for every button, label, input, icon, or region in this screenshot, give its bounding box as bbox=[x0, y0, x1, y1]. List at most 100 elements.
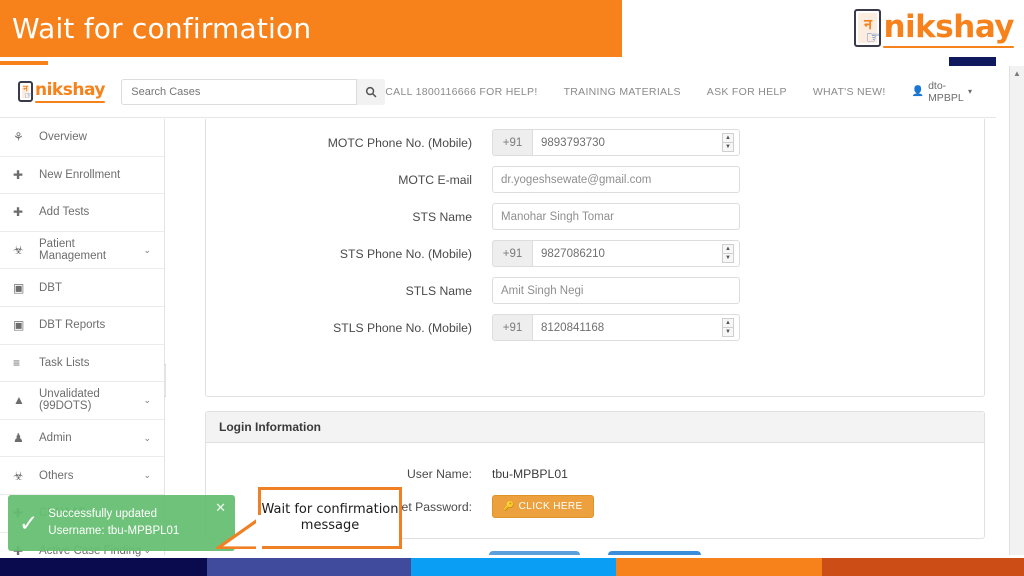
sidebar-item-label: DBT bbox=[39, 281, 62, 294]
user-icon: ♟ bbox=[13, 431, 24, 446]
slide-banner-title: Wait for confirmation bbox=[12, 12, 312, 45]
form-row-motc-phone: MOTC Phone No. (Mobile) +91 9893793730 ▲… bbox=[206, 124, 984, 161]
form-row-sts-phone: STS Phone No. (Mobile) +91 9827086210 ▲ … bbox=[206, 235, 984, 272]
username-value: tbu-MPBPL01 bbox=[492, 466, 568, 481]
nav-link-call-help[interactable]: CALL 1800116666 FOR HELP! bbox=[385, 86, 537, 98]
username-label: User Name: bbox=[406, 466, 472, 481]
spinner-up-icon[interactable]: ▲ bbox=[723, 134, 733, 143]
nav-link-training-materials[interactable]: TRAINING MATERIALS bbox=[564, 86, 681, 98]
spinner-down-icon[interactable]: ▼ bbox=[723, 328, 733, 336]
list-icon: ≡ bbox=[13, 355, 21, 370]
number-spinner[interactable]: ▲ ▼ bbox=[722, 318, 734, 337]
annotation-callout-text: Wait for confirmation message bbox=[261, 501, 399, 534]
sidebar-item-label: Admin bbox=[39, 432, 72, 445]
field-label: MOTC E-mail bbox=[398, 172, 472, 187]
form-row-stls-phone: STLS Phone No. (Mobile) +91 8120841168 ▲… bbox=[206, 309, 984, 346]
navbar-links: CALL 1800116666 FOR HELP! TRAINING MATER… bbox=[385, 80, 996, 104]
sidebar-item-overview[interactable]: ⚘ Overview bbox=[0, 119, 164, 157]
field-label: STLS Name bbox=[405, 283, 472, 298]
chevron-down-icon: ⌄ bbox=[143, 470, 151, 481]
number-spinner[interactable]: ▲ ▼ bbox=[722, 133, 734, 152]
stls-phone-input[interactable]: 8120841168 ▲ ▼ bbox=[532, 314, 740, 341]
search-icon[interactable] bbox=[357, 78, 386, 105]
callout-tail-icon bbox=[216, 515, 262, 549]
sidebar-item-label: New Enrollment bbox=[39, 168, 121, 181]
sidebar-item-patient-management[interactable]: ☣ Patient Management ⌄ bbox=[0, 232, 164, 270]
stls-phone-input-group[interactable]: +91 8120841168 ▲ ▼ bbox=[492, 314, 740, 341]
warning-icon: ▲ bbox=[13, 393, 25, 408]
colorbar-segment-4 bbox=[616, 558, 822, 576]
sidebar-item-new-enrollment[interactable]: ✚ New Enrollment bbox=[0, 157, 164, 195]
motc-email-input[interactable]: dr.yogeshsewate@gmail.com bbox=[492, 166, 740, 193]
user-menu-label: dto-MPBPL bbox=[928, 79, 964, 104]
navbar-nikshay-logo[interactable]: न ☞ nikshay bbox=[18, 80, 107, 103]
login-card-title: Login Information bbox=[206, 412, 984, 443]
sidebar-item-unvalidated-99dots[interactable]: ▲ Unvalidated (99DOTS) ⌄ bbox=[0, 382, 164, 420]
colorbar-segment-5 bbox=[822, 558, 1024, 576]
slide-nikshay-logo: न ☞ nikshay bbox=[854, 4, 1014, 52]
annotation-callout: Wait for confirmation message bbox=[216, 487, 402, 549]
submit-button[interactable]: ✚ SUBMIT bbox=[488, 551, 580, 555]
number-spinner[interactable]: ▲ ▼ bbox=[722, 244, 734, 263]
top-right-navy-bar bbox=[949, 57, 996, 66]
sts-name-input[interactable]: Manohar Singh Tomar bbox=[492, 203, 740, 230]
close-icon[interactable]: ✕ bbox=[215, 501, 226, 514]
chevron-down-icon: ⌄ bbox=[143, 244, 151, 255]
sidebar-item-dbt[interactable]: ▣ DBT bbox=[0, 269, 164, 307]
nav-link-whats-new[interactable]: WHAT'S NEW! bbox=[813, 86, 886, 98]
money-icon: ▣ bbox=[13, 280, 25, 295]
sidebar-item-dbt-reports[interactable]: ▣ DBT Reports bbox=[0, 307, 164, 345]
user-icon: 👤 bbox=[911, 86, 925, 97]
sidebar-item-add-tests[interactable]: ✚ Add Tests bbox=[0, 194, 164, 232]
stls-name-input[interactable]: Amit Singh Negi bbox=[492, 277, 740, 304]
slide-banner: Wait for confirmation bbox=[0, 0, 622, 57]
dashboard-icon: ⚘ bbox=[13, 130, 24, 145]
motc-phone-input-group[interactable]: +91 9893793730 ▲ ▼ bbox=[492, 129, 740, 156]
country-code-prefix: +91 bbox=[492, 129, 532, 156]
motc-phone-input[interactable]: 9893793730 ▲ ▼ bbox=[532, 129, 740, 156]
sidebar-item-admin[interactable]: ♟ Admin ⌄ bbox=[0, 420, 164, 458]
field-label: MOTC Phone No. (Mobile) bbox=[327, 135, 472, 150]
field-label: STS Phone No. (Mobile) bbox=[339, 246, 472, 261]
phone-icon: न ☞ bbox=[854, 9, 882, 47]
sidebar-item-label: Add Tests bbox=[39, 206, 90, 219]
logo-wordmark: nikshay bbox=[35, 80, 106, 100]
cancel-button[interactable]: ✕ CANCEL bbox=[607, 551, 702, 555]
money-icon: ▣ bbox=[13, 318, 25, 333]
colorbar-segment-2 bbox=[207, 558, 411, 576]
scroll-up-arrow-icon[interactable]: ▲ bbox=[1010, 66, 1024, 80]
success-toast: ✓ Successfully updated Username: tbu-MPB… bbox=[8, 495, 235, 551]
briefcase-medical-icon: ☣ bbox=[13, 468, 24, 483]
sidebar-item-task-lists[interactable]: ≡ Task Lists bbox=[0, 345, 164, 383]
reset-password-button-label: CLICK HERE bbox=[518, 501, 583, 512]
form-row-motc-email: MOTC E-mail dr.yogeshsewate@gmail.com bbox=[206, 161, 984, 198]
reset-password-button[interactable]: 🔑 CLICK HERE bbox=[492, 495, 594, 518]
chevron-down-icon: ▾ bbox=[967, 87, 972, 96]
spinner-up-icon[interactable]: ▲ bbox=[723, 319, 733, 328]
row-username: User Name: tbu-MPBPL01 bbox=[206, 457, 984, 490]
field-label: STS Name bbox=[412, 209, 472, 224]
personnel-card: MOTC Phone No. (Mobile) +91 9893793730 ▲… bbox=[205, 119, 985, 397]
form-row-sts-name: STS Name Manohar Singh Tomar bbox=[206, 198, 984, 235]
form-actions: ✚ SUBMIT ✕ CANCEL bbox=[205, 551, 985, 555]
spinner-down-icon[interactable]: ▼ bbox=[723, 143, 733, 151]
user-menu[interactable]: 👤 dto-MPBPL ▾ bbox=[912, 80, 972, 104]
sidebar-item-others[interactable]: ☣ Others ⌄ bbox=[0, 457, 164, 495]
plus-icon: ✚ bbox=[13, 205, 24, 220]
check-icon: ✓ bbox=[19, 509, 39, 536]
application-window: न ☞ nikshay CALL 1800 bbox=[0, 57, 1024, 571]
plus-icon: ✚ bbox=[13, 167, 24, 182]
page-scrollbar[interactable]: ▲ bbox=[1009, 66, 1024, 555]
nav-link-ask-for-help[interactable]: ASK FOR HELP bbox=[707, 86, 787, 98]
sidebar-item-label: Unvalidated (99DOTS) bbox=[39, 388, 100, 413]
sts-phone-input[interactable]: 9827086210 ▲ ▼ bbox=[532, 240, 740, 267]
bottom-color-bar bbox=[0, 558, 1024, 576]
spinner-down-icon[interactable]: ▼ bbox=[723, 254, 733, 262]
chevron-down-icon: ⌄ bbox=[143, 432, 151, 443]
search-input[interactable] bbox=[121, 78, 358, 105]
field-value: 8120841168 bbox=[541, 321, 605, 334]
spinner-up-icon[interactable]: ▲ bbox=[723, 245, 733, 254]
field-value: 9827086210 bbox=[541, 247, 605, 260]
field-value: Manohar Singh Tomar bbox=[501, 210, 614, 223]
sts-phone-input-group[interactable]: +91 9827086210 ▲ ▼ bbox=[492, 240, 740, 267]
